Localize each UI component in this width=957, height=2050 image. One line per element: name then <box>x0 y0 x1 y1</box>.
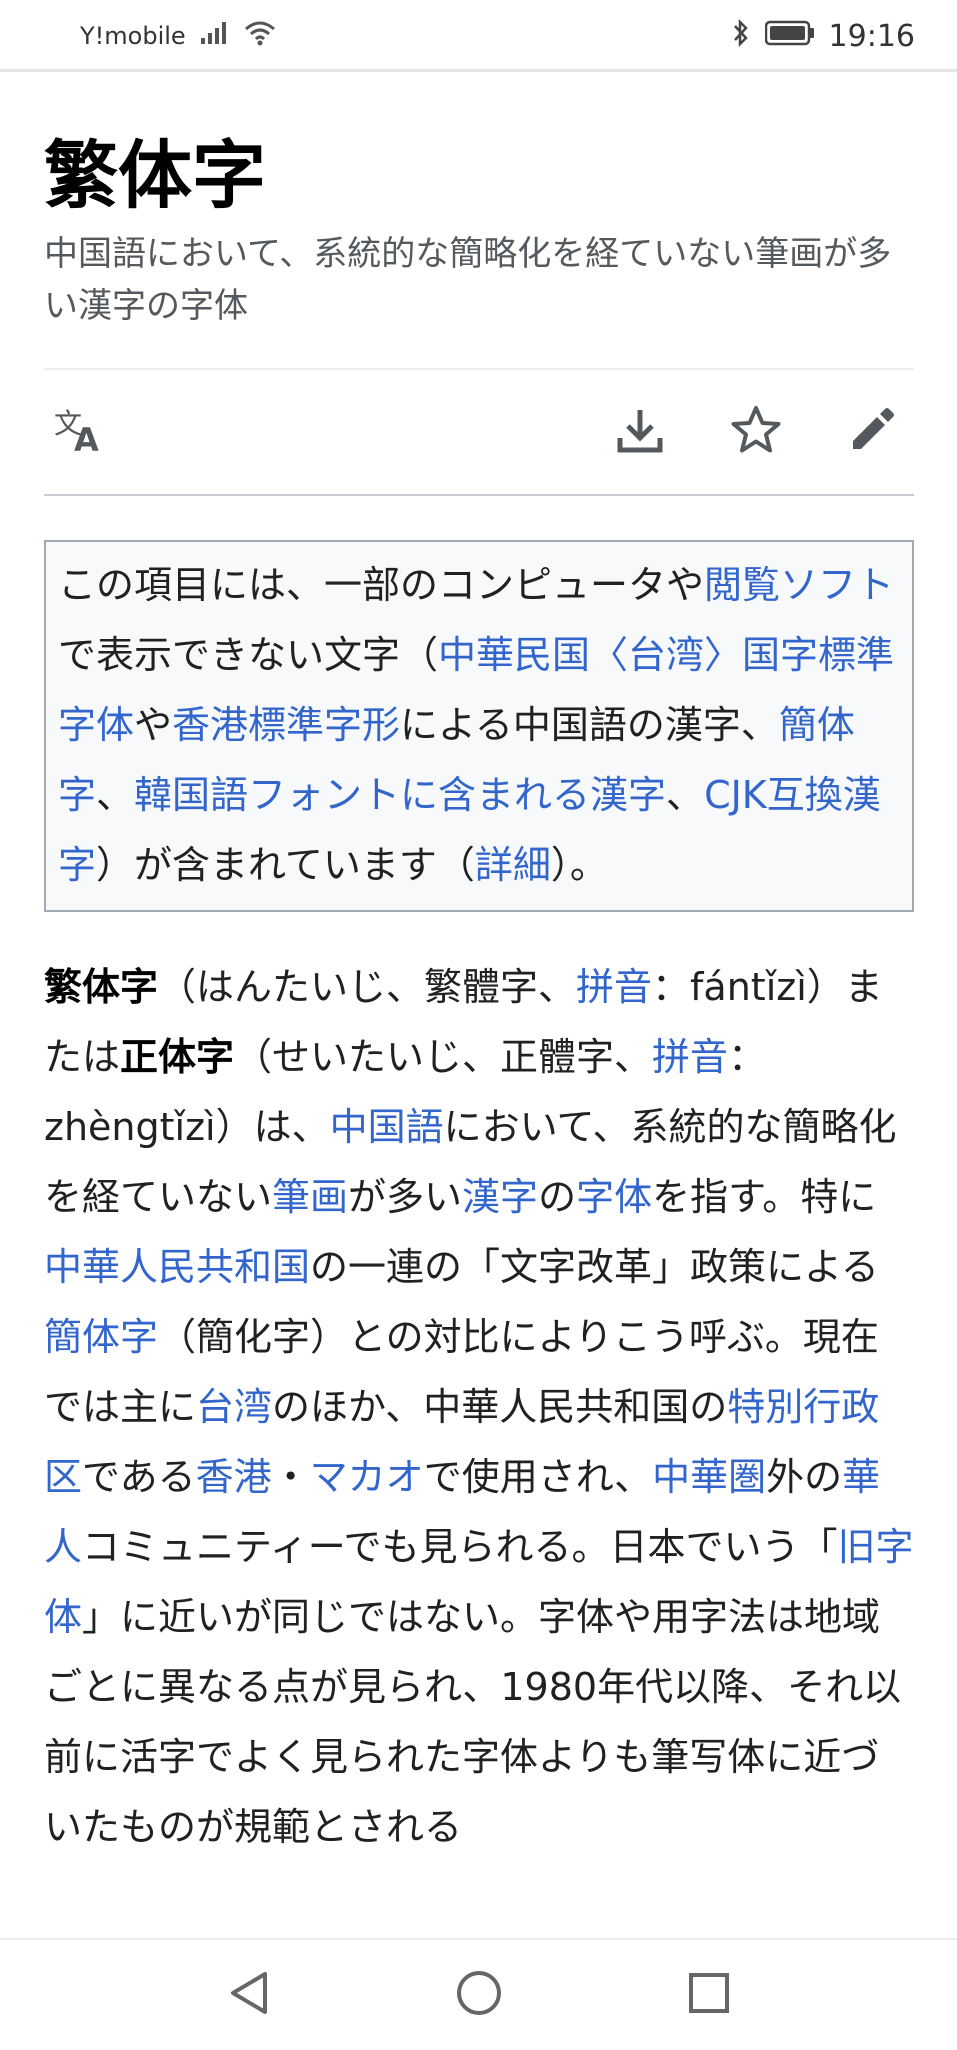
body-text: 外の <box>766 1455 843 1499</box>
notice-text: この項目には、一部のコンピュータや <box>58 563 705 607</box>
link-korean-font-hanja[interactable]: 韓国語フォントに含まれる漢字 <box>134 773 666 817</box>
language-button[interactable]: 文 A <box>44 396 116 468</box>
status-bar: Y!mobile 19:16 <box>0 0 957 72</box>
body-text: が多い <box>348 1175 463 1219</box>
recents-button[interactable] <box>669 1955 749 2035</box>
notice-text: ）。 <box>550 843 608 887</box>
notice-box: この項目には、一部のコンピュータや閲覧ソフトで表示できない文字（中華民国〈台湾〉… <box>44 540 914 912</box>
home-icon <box>455 1969 503 2021</box>
edit-icon <box>847 405 897 459</box>
link-taiwan[interactable]: 台湾 <box>196 1385 272 1429</box>
back-button[interactable] <box>209 1955 289 2035</box>
signal-icon <box>200 21 230 51</box>
link-kanji[interactable]: 漢字 <box>462 1175 538 1219</box>
wifi-icon <box>244 20 276 52</box>
link-glyph[interactable]: 字体 <box>576 1175 652 1219</box>
link-pinyin[interactable]: 拼音 <box>576 965 652 1009</box>
download-icon <box>615 405 665 459</box>
clock: 19:16 <box>828 18 915 54</box>
body-text: 」に近いが同じではない。字体や用字法は地域ごとに異なる点が見られ、1980年代以… <box>44 1595 902 1849</box>
link-sinosphere[interactable]: 中華圏 <box>652 1455 766 1499</box>
notice-text: 、 <box>666 773 705 817</box>
translate-icon: 文 A <box>52 405 108 459</box>
svg-text:A: A <box>74 421 99 455</box>
notice-text: や <box>134 703 173 747</box>
link-browser-software[interactable]: 閲覧ソフト <box>704 563 894 607</box>
article-body: 繁体字（はんたいじ、繁體字、拼音：fántǐzì）または正体字（せいたいじ、正體… <box>44 952 914 1862</box>
watch-star-button[interactable] <box>720 396 792 468</box>
page-actions-toolbar: 文 A <box>44 368 914 496</box>
body-text: を指す。特に <box>652 1175 877 1219</box>
home-button[interactable] <box>439 1955 519 2035</box>
link-chinese-language[interactable]: 中国語 <box>330 1105 444 1149</box>
link-strokes[interactable]: 筆画 <box>272 1175 348 1219</box>
page-description: 中国語において、系統的な簡略化を経ていない筆画が多い漢字の字体 <box>44 234 892 326</box>
notice-text: 、 <box>96 773 135 817</box>
battery-icon <box>764 20 815 52</box>
page-title: 繁体字 <box>44 133 266 219</box>
recents-icon <box>687 1971 731 2019</box>
notice-text: による中国語の漢字、 <box>400 703 779 747</box>
bold-term: 繁体字 <box>44 965 159 1009</box>
link-prc[interactable]: 中華人民共和国 <box>44 1245 310 1289</box>
link-details[interactable]: 詳細 <box>475 843 551 887</box>
download-button[interactable] <box>604 396 676 468</box>
body-text: ・ <box>271 1455 310 1499</box>
lead-paragraph: 繁体字（はんたいじ、繁體字、拼音：fántǐzì）または正体字（せいたいじ、正體… <box>44 952 914 1862</box>
notice-text: で表示できない文字（ <box>58 633 439 677</box>
body-text: のほか、中華人民共和国の <box>272 1385 728 1429</box>
link-pinyin[interactable]: 拼音 <box>652 1035 728 1079</box>
link-hong-kong[interactable]: 香港 <box>196 1455 272 1499</box>
link-simplified[interactable]: 簡体字 <box>44 1315 158 1359</box>
body-text: の <box>538 1175 577 1219</box>
system-navigation-bar <box>0 1938 957 2050</box>
star-icon <box>730 404 782 460</box>
body-text: （はんたいじ、繁體字、 <box>158 965 577 1009</box>
link-hk-standard-glyphs[interactable]: 香港標準字形 <box>172 703 400 747</box>
bold-term: 正体字 <box>120 1035 235 1079</box>
body-text: （せいたいじ、正體字、 <box>234 1035 653 1079</box>
article-content: 繁体字 中国語において、系統的な簡略化を経ていない筆画が多い漢字の字体 文 A <box>44 72 914 1862</box>
carrier-label: Y!mobile <box>80 22 186 50</box>
body-text: コミュニティーでも見られる。日本でいう「 <box>82 1525 838 1569</box>
back-icon <box>227 1969 271 2021</box>
link-macau[interactable]: マカオ <box>310 1455 424 1499</box>
edit-button[interactable] <box>836 396 908 468</box>
body-text: の一連の「文字改革」政策による <box>310 1245 879 1289</box>
body-text: で使用され、 <box>423 1455 653 1499</box>
bluetooth-icon <box>731 18 751 53</box>
body-text: である <box>82 1455 196 1499</box>
notice-text: ）が含まれています（ <box>96 843 475 887</box>
